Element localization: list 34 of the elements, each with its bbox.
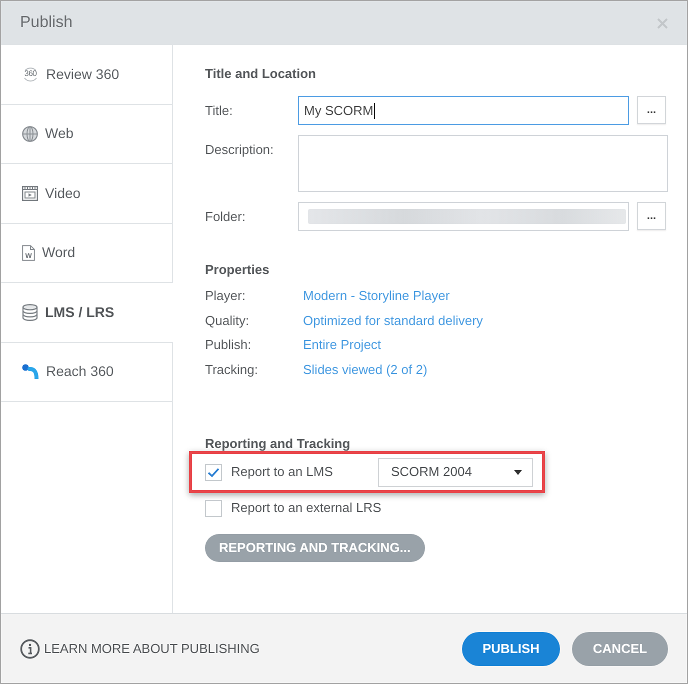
field-label: Folder: [205,208,246,226]
film-icon [22,186,38,201]
window-title: Publish [20,13,72,33]
sidebar-tab[interactable]: Video [1,164,173,224]
globe-icon [22,126,38,142]
sidebar-tab[interactable]: 360 Review 360 [1,45,173,104]
field-label: Description: [205,141,275,159]
section-heading: Properties [205,262,270,278]
reach-logo-icon [22,364,39,380]
property-label: Quality: [205,312,250,330]
property-label: Player: [205,287,246,306]
sidebar-tab[interactable]: Reach 360 [1,342,173,402]
close-icon[interactable] [657,18,668,28]
publish-button[interactable]: PUBLISH [462,632,560,666]
description-field[interactable] [298,135,668,192]
caret-icon [514,470,522,475]
browse-button[interactable]: ... [637,202,666,230]
checkbox[interactable] [205,500,222,517]
sidebar-tab[interactable]: Web [1,104,173,164]
field-label: Title: [205,102,234,120]
browse-button[interactable]: ... [637,96,666,124]
text-field[interactable]: My SCORM [298,96,629,125]
version-dropdown[interactable]: SCORM 2004 [378,458,533,487]
section-heading: Reporting and Tracking [205,436,352,451]
text-field[interactable] [298,202,629,231]
section-heading: Title and Location [205,66,317,82]
info-icon [20,638,40,658]
property-label: Tracking: [205,360,259,379]
option-label[interactable]: Report to an LMS [231,464,378,480]
option-label[interactable]: Report to an external LRS [231,500,382,516]
property-label: Publish: [205,336,252,354]
checkbox[interactable] [205,464,222,481]
database-icon [22,304,38,321]
learn-more-link[interactable]: LEARN MORE ABOUT PUBLISHING [20,638,260,658]
